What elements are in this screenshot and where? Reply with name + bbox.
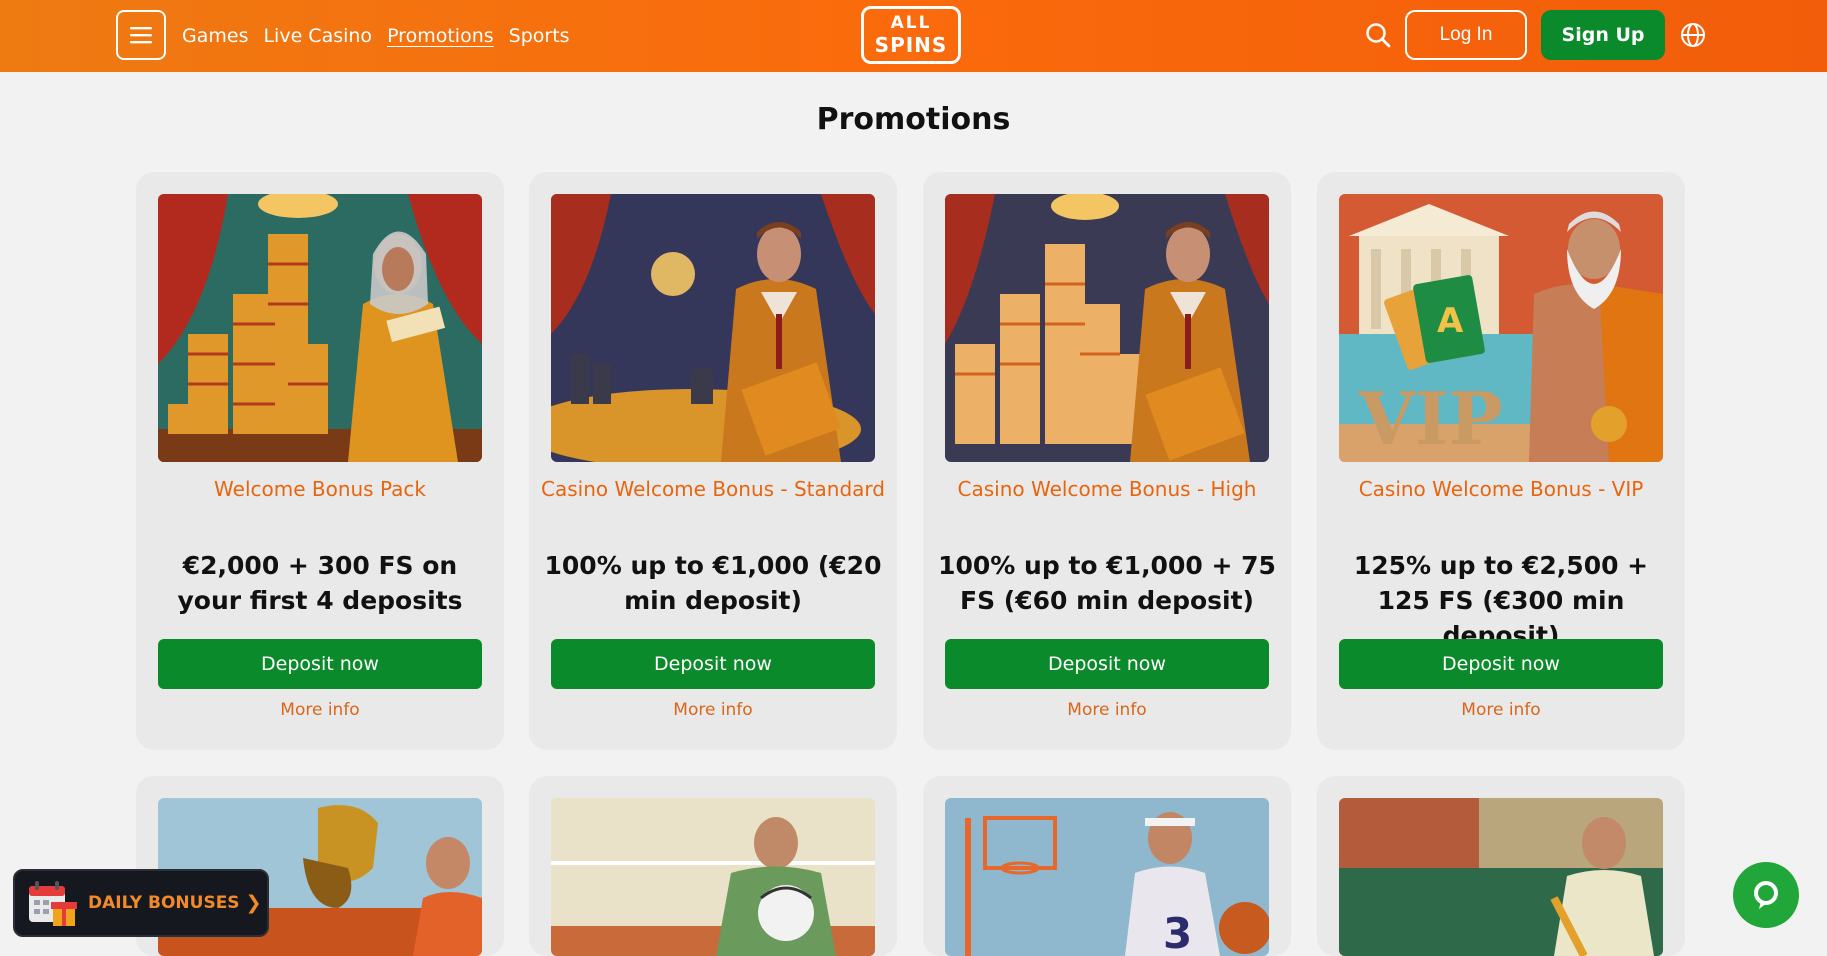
promo-card: Welcome Bonus Pack €2,000 + 300 FS on yo… — [136, 172, 504, 750]
nav-promotions[interactable]: Promotions — [387, 25, 494, 47]
deposit-button[interactable]: Deposit now — [158, 639, 482, 689]
promo-card: VIP A Casino Welcome Bonus - VIP 125% up… — [1317, 172, 1685, 750]
promo-title: Casino Welcome Bonus - Standard — [541, 477, 885, 501]
vip-image-text: VIP — [1358, 376, 1503, 461]
promo-image-wizard[interactable] — [158, 194, 482, 462]
ace-card-letter: A — [1437, 301, 1464, 341]
nav-live-casino[interactable]: Live Casino — [263, 25, 372, 47]
deposit-button[interactable]: Deposit now — [551, 639, 875, 689]
deposit-button[interactable]: Deposit now — [945, 639, 1269, 689]
signup-button[interactable]: Sign Up — [1541, 10, 1665, 60]
promo-card: Casino Welcome Bonus - High 100% up to €… — [923, 172, 1291, 750]
promo-image-basketball[interactable]: 3 — [945, 798, 1269, 956]
promo-image-dealer-chips[interactable] — [945, 194, 1269, 462]
promo-card: 3 — [923, 776, 1291, 956]
nav-games[interactable]: Games — [182, 25, 248, 47]
deposit-button[interactable]: Deposit now — [1339, 639, 1663, 689]
promo-offer: 125% up to €2,500 + 125 FS (€300 min dep… — [1353, 551, 1649, 650]
chat-button[interactable] — [1733, 862, 1799, 928]
promo-image-vip-zeus[interactable]: VIP A — [1339, 194, 1663, 462]
site-logo[interactable]: ALL SPINS — [855, 4, 967, 66]
chat-icon — [1754, 881, 1778, 909]
main-nav: Games Live Casino Promotions Sports — [182, 0, 570, 72]
nav-sports[interactable]: Sports — [509, 25, 570, 47]
promo-card — [1317, 776, 1685, 956]
top-header: Games Live Casino Promotions Sports ALL … — [0, 0, 1827, 72]
promo-offer: €2,000 + 300 FS on your first 4 deposits — [177, 551, 463, 615]
globe-icon[interactable] — [1679, 21, 1707, 49]
hamburger-icon — [130, 27, 152, 44]
jersey-number: 3 — [1163, 909, 1192, 956]
promo-offer: 100% up to €1,000 (€20 min deposit) — [544, 551, 882, 615]
promo-title: Casino Welcome Bonus - High — [957, 477, 1257, 501]
promo-image-tennis[interactable] — [1339, 798, 1663, 956]
promo-title: Casino Welcome Bonus - VIP — [1358, 477, 1644, 501]
promo-image-dealer-table[interactable] — [551, 194, 875, 462]
chevron-right-icon: ❯ — [245, 892, 262, 914]
more-info-link[interactable]: More info — [945, 700, 1269, 720]
promo-card — [529, 776, 897, 956]
more-info-link[interactable]: More info — [551, 700, 875, 720]
login-button[interactable]: Log In — [1405, 10, 1527, 60]
calendar-gift-icon — [29, 881, 77, 926]
menu-button[interactable] — [116, 10, 166, 60]
search-icon[interactable] — [1363, 20, 1393, 50]
daily-bonuses-widget[interactable]: DAILY BONUSES ❯ — [13, 869, 269, 937]
promo-image-goalkeeper[interactable] — [551, 798, 875, 956]
promo-title: Welcome Bonus Pack — [214, 477, 426, 501]
more-info-link[interactable]: More info — [158, 700, 482, 720]
logo-bottom-text: SPINS — [874, 33, 948, 57]
page-title: Promotions — [816, 102, 1011, 137]
promo-offer: 100% up to €1,000 + 75 FS (€60 min depos… — [938, 551, 1276, 615]
more-info-link[interactable]: More info — [1339, 700, 1663, 720]
daily-bonuses-label: DAILY BONUSES — [88, 893, 240, 913]
logo-top-text: ALL — [890, 13, 932, 33]
promo-card: Casino Welcome Bonus - Standard 100% up … — [529, 172, 897, 750]
